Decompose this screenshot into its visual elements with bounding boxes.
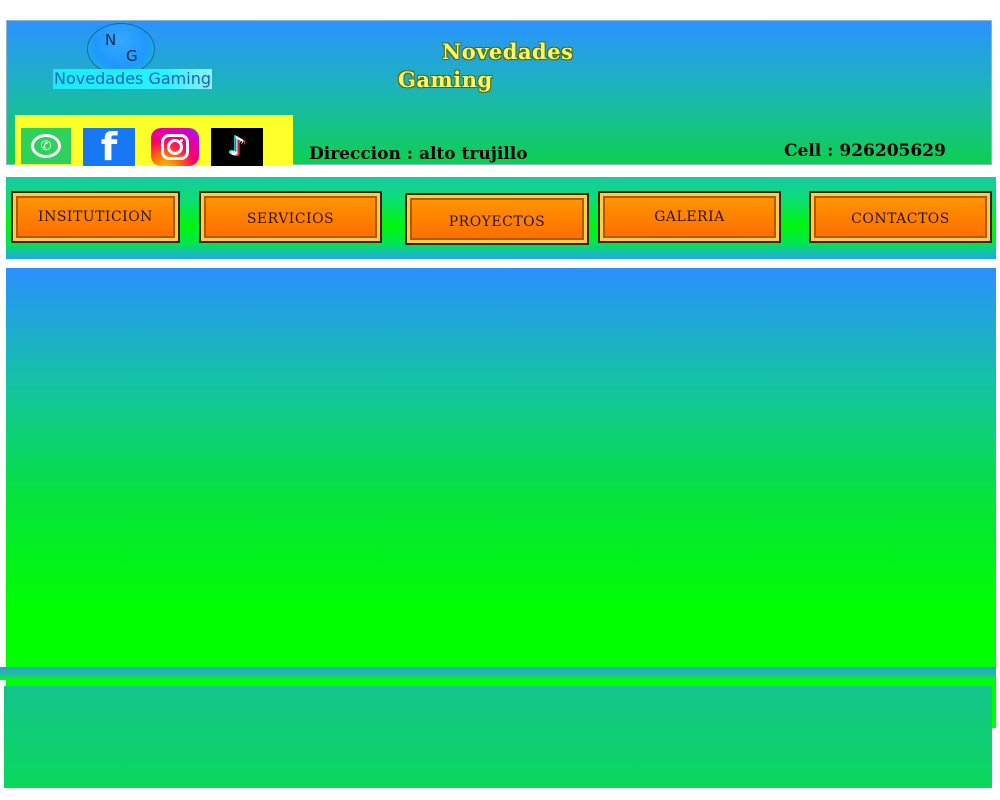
site-header: N G Novedades Gaming Novedades Gaming ✆ … [6, 20, 992, 166]
nav-button-galeria[interactable]: GALERIA [598, 191, 781, 243]
nav-button-contactos[interactable]: CONTACTOS [809, 191, 992, 243]
social-links-panel: ✆ f ♪ [15, 115, 293, 166]
section-divider [0, 667, 996, 680]
address-text: Direccion : alto trujillo [309, 144, 528, 164]
logo-letter-g: G [126, 47, 138, 65]
nav-button-servicios[interactable]: SERVICIOS [199, 191, 382, 243]
main-nav: INSITUTICION SERVICIOS PROYECTOS GALERIA… [6, 177, 996, 259]
logo-letter-n: N [105, 31, 117, 49]
instagram-icon[interactable] [151, 128, 199, 166]
site-title-line-2: Gaming [398, 67, 493, 92]
facebook-glyph: f [100, 125, 118, 169]
nav-button-proyectos[interactable]: PROYECTOS [405, 193, 589, 245]
nav-button-insituticion[interactable]: INSITUTICION [11, 191, 180, 243]
whatsapp-icon[interactable]: ✆ [21, 128, 71, 164]
logo-text: Novedades Gaming [53, 69, 212, 89]
tiktok-icon[interactable]: ♪ [211, 128, 263, 166]
whatsapp-phone-glyph: ✆ [31, 134, 61, 158]
logo-emblem [87, 23, 155, 75]
site-logo[interactable]: N G Novedades Gaming [53, 21, 213, 93]
main-content-area [6, 268, 996, 728]
phone-text: Cell : 926205629 [784, 141, 946, 161]
tiktok-glyph: ♪ [228, 132, 246, 162]
facebook-icon[interactable]: f [83, 128, 135, 166]
site-title-line-1: Novedades [442, 39, 574, 64]
instagram-camera-glyph [161, 134, 189, 160]
site-footer [4, 686, 992, 788]
instagram-flash [180, 139, 183, 142]
